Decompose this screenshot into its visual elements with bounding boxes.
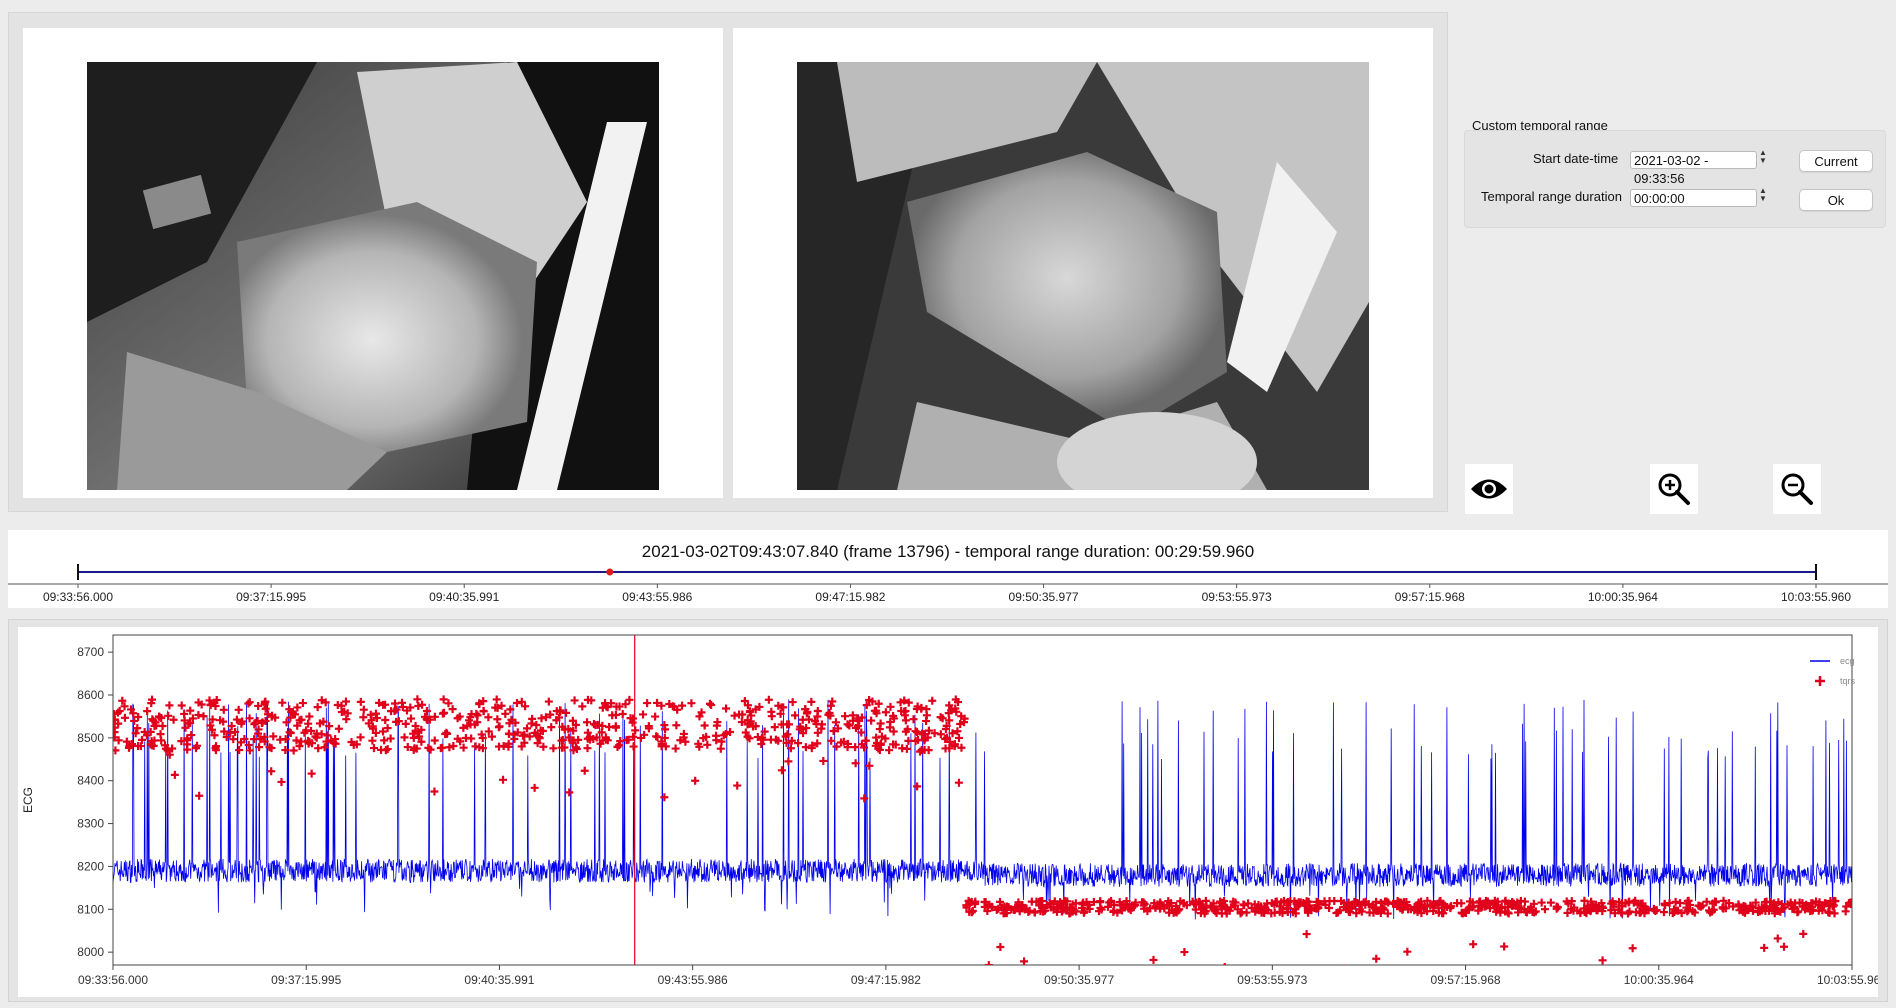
video-panel <box>8 12 1448 512</box>
tqrs-point <box>1723 974 1731 982</box>
tqrs-point <box>1228 973 1236 981</box>
y-tick-label: 8400 <box>77 774 104 788</box>
x-tick-label: 09:40:35.991 <box>464 973 534 987</box>
duration-stepper[interactable]: ▲ ▼ <box>1758 187 1768 203</box>
view-button[interactable] <box>1465 464 1513 514</box>
timeline-cursor[interactable] <box>606 568 614 576</box>
tqrs-point <box>1113 975 1121 983</box>
ecg-plot: 8000 8100 8200 8300 8400 8500 8600 8700 ECG 09:33… <box>18 627 1887 997</box>
start-datetime-field[interactable]: 2021-03-02 - 09:33:56 <box>1630 151 1757 186</box>
timeline-tick-label: 09:47:15.982 <box>815 590 885 604</box>
y-axis-label: ECG <box>21 787 35 813</box>
y-tick-label: 8700 <box>77 645 104 659</box>
timeline-tick-label: 09:53:55.973 <box>1202 590 1272 604</box>
timeline-panel: 2021-03-02T09:43:07.840 (frame 13796) - … <box>8 530 1888 608</box>
legend-tqrs-label: tqrs <box>1840 676 1856 686</box>
x-tick-label: 09:53:55.973 <box>1237 973 1307 987</box>
y-tick-label: 8300 <box>77 817 104 831</box>
timeline-tick-label: 09:33:56.000 <box>43 590 113 604</box>
tqrs-point <box>1517 974 1525 982</box>
camera-image-left <box>87 62 659 490</box>
x-tick-label: 10:03:55.960 <box>1817 973 1878 987</box>
duration-field[interactable]: 00:00:00 <box>1630 189 1757 207</box>
duration-label: Temporal range duration <box>1481 189 1622 204</box>
y-tick-label: 8100 <box>77 902 104 916</box>
tqrs-point <box>1724 967 1732 975</box>
timeline-tick-label: 09:40:35.991 <box>429 590 499 604</box>
zoom-out-button[interactable] <box>1773 464 1821 514</box>
plot-frame <box>112 634 1853 966</box>
y-tick-label: 8600 <box>77 688 104 702</box>
x-tick-label: 09:33:56.000 <box>78 973 148 987</box>
timeline-tick-label: 10:00:35.964 <box>1588 590 1658 604</box>
x-tick-label: 09:57:15.968 <box>1431 973 1501 987</box>
timeline-tick-label: 09:43:55.986 <box>622 590 692 604</box>
y-tick-label: 8200 <box>77 859 104 873</box>
timeline-tick-label: 10:03:55.960 <box>1781 590 1851 604</box>
x-tick-label: 09:43:55.986 <box>658 973 728 987</box>
tqrs-point <box>1343 964 1346 965</box>
zoom-out-icon <box>1781 473 1813 505</box>
custom-range-group: Start date-time 2021-03-02 - 09:33:56 ▲ ▼… <box>1464 130 1886 228</box>
tqrs-point <box>1396 971 1404 979</box>
current-button[interactable]: Current <box>1799 150 1873 172</box>
y-tick-label: 8500 <box>77 731 104 745</box>
camera-frame-left <box>23 28 723 498</box>
start-datetime-stepper[interactable]: ▲ ▼ <box>1758 149 1768 165</box>
x-tick-label: 09:47:15.982 <box>851 973 921 987</box>
timeline-tick-label: 09:57:15.968 <box>1395 590 1465 604</box>
tqrs-point <box>1394 965 1402 973</box>
x-tick-label: 09:37:15.995 <box>271 973 341 987</box>
legend-ecg-label: ecg <box>1840 656 1855 666</box>
start-datetime-label: Start date-time <box>1533 151 1619 166</box>
x-tick-label: 09:50:35.977 <box>1044 973 1114 987</box>
camera-frame-right <box>733 28 1433 498</box>
timeline-tick-label: 09:37:15.995 <box>236 590 306 604</box>
timeline-slider[interactable]: 09:33:56.000 09:37:15.995 09:40:35.991 09:4… <box>8 530 1888 608</box>
y-tick-label: 8000 <box>77 945 104 959</box>
zoom-in-icon <box>1658 473 1690 505</box>
x-tick-label: 10:00:35.964 <box>1624 973 1694 987</box>
ok-button[interactable]: Ok <box>1799 189 1873 211</box>
zoom-in-button[interactable] <box>1650 464 1698 514</box>
timeline-tick-label: 09:50:35.977 <box>1009 590 1079 604</box>
camera-image-right <box>797 62 1369 490</box>
eye-icon <box>1471 479 1507 499</box>
